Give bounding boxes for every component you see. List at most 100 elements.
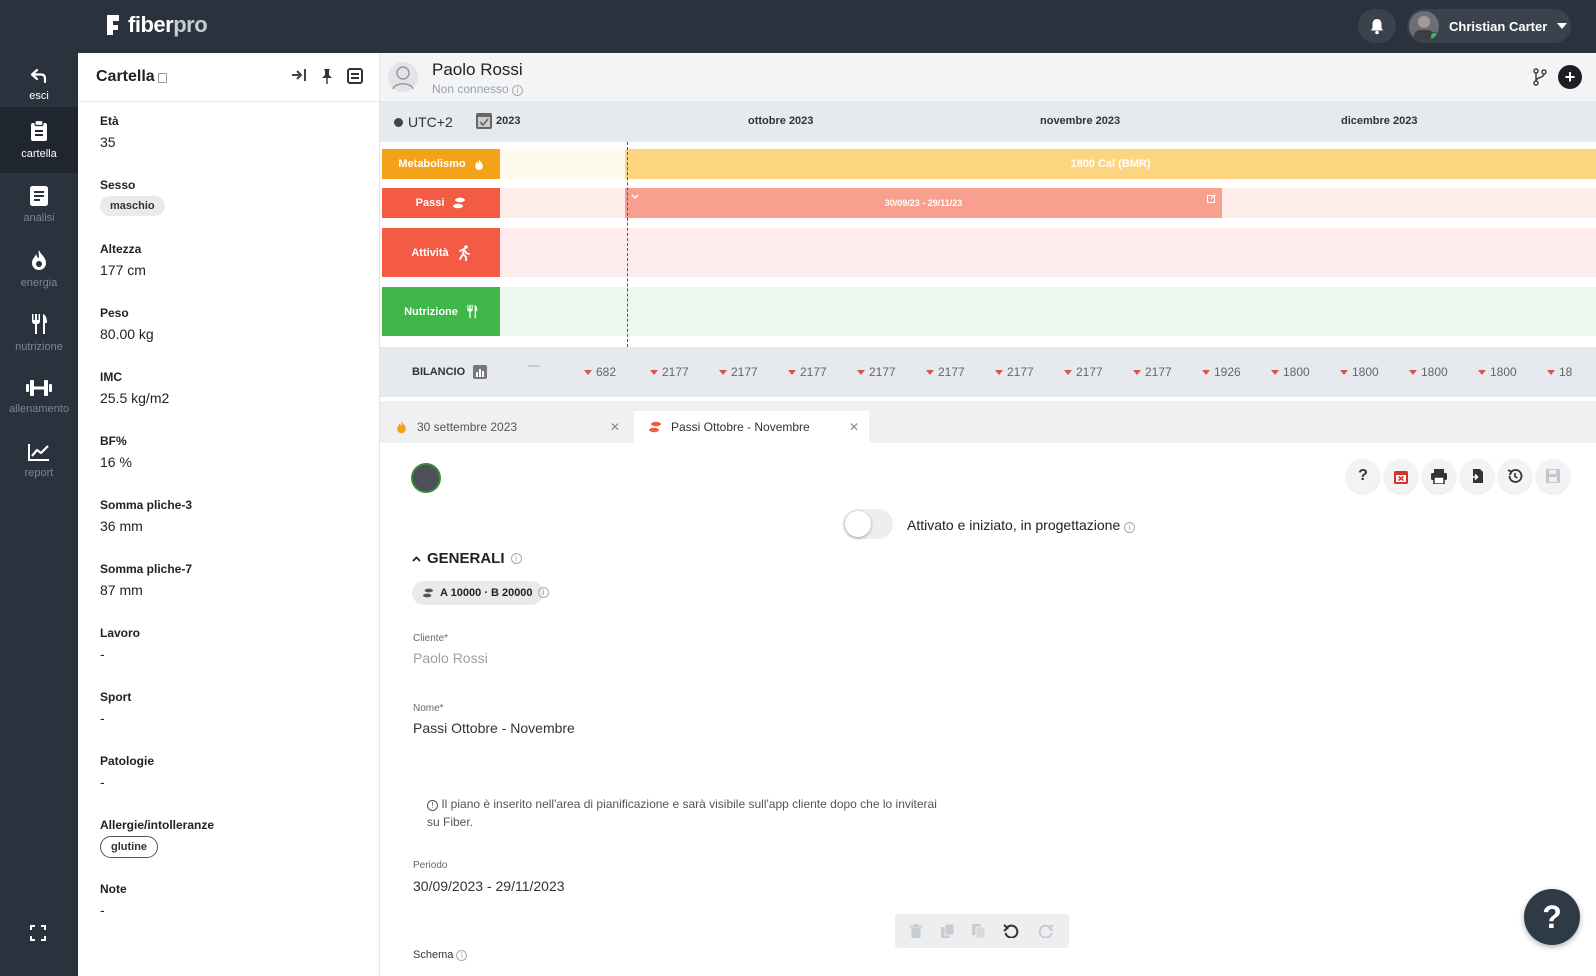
floppy-disk-icon [1546,469,1560,483]
info-icon[interactable]: i [510,553,522,564]
history-button[interactable] [1498,459,1532,493]
bilancio-value[interactable]: 1800 [1340,365,1379,379]
cliente-field[interactable]: Paolo Rossi [413,650,488,666]
print-button[interactable] [1422,459,1456,493]
tab-30-settembre[interactable]: 30 settembre 2023 ✕ [396,411,630,443]
bilancio-value[interactable]: 2177 [788,365,827,379]
periodo-field[interactable]: 30/09/2023 - 29/11/2023 [413,878,565,894]
note-icon [158,73,167,83]
passi-bar[interactable]: 30/09/23 - 29/11/23 [625,188,1222,218]
footsteps-icon [453,197,466,209]
left-navigation: esci cartella analisi energia nutrizione… [0,53,78,976]
pin-icon[interactable] [321,68,333,84]
online-indicator [1430,32,1439,41]
nav-label: report [24,467,54,479]
user-avatar [1409,11,1439,41]
bilancio-value[interactable]: 2177 [1064,365,1103,379]
delete-event-button[interactable] [1384,459,1418,493]
fullscreen-icon[interactable] [30,925,46,941]
nav-item-analisi[interactable]: analisi [0,173,78,237]
close-tab-icon[interactable]: ✕ [849,420,859,434]
bilancio-value[interactable]: 1800 [1478,365,1517,379]
undo-icon[interactable] [1003,924,1019,938]
redo-icon[interactable] [1038,924,1054,938]
steps-target: A 10000 · B 20000 [440,587,533,599]
collapse-panel-icon[interactable] [291,68,307,82]
section-generali[interactable]: GENERALI i [412,550,522,567]
bilancio-value[interactable]: 1800 [1271,365,1310,379]
field-label: Peso [100,306,129,320]
document-tabs: 30 settembre 2023 ✕ Passi Ottobre - Nove… [380,401,1596,443]
nav-label: energia [20,277,58,289]
settings-list-icon[interactable] [347,68,363,84]
row-label-attivita[interactable]: Attività [382,228,500,277]
bilancio-label[interactable]: BILANCIO [412,365,488,379]
sex-badge: maschio [100,196,165,216]
nav-label: analisi [23,212,55,224]
field-value: - [100,902,105,918]
info-icon[interactable]: i [1124,522,1136,533]
fiberpro-logo[interactable]: fiberpro [104,12,208,38]
info-icon[interactable]: i [456,950,468,961]
patient-name[interactable]: Paolo Rossi [432,60,523,80]
info-icon[interactable]: i [538,587,549,598]
export-button[interactable] [1460,459,1494,493]
nav-item-allenamento[interactable]: allenamento [0,365,78,429]
bilancio-value[interactable]: 2177 [857,365,896,379]
nav-item-report[interactable]: report [0,429,78,493]
down-triangle-icon [857,369,865,375]
tab-label: 30 settembre 2023 [417,420,518,434]
info-icon: ! [427,800,438,811]
row-label-passi[interactable]: Passi [382,188,500,218]
document-icon [30,186,48,206]
bell-icon [1371,18,1383,34]
user-name: Christian Carter [1449,18,1548,34]
bilancio-empty [528,365,540,367]
help-button[interactable]: ? [1346,459,1380,493]
bilancio-value[interactable]: 18 [1547,365,1572,379]
bilancio-value[interactable]: 2177 [1133,365,1172,379]
field-value: - [100,646,105,662]
bilancio-value[interactable]: 2177 [650,365,689,379]
timezone-selector[interactable]: UTC+2 [394,114,453,130]
field-peso: Peso 80.00 kg [100,306,154,342]
user-menu[interactable]: Christian Carter [1407,9,1571,43]
bilancio-value[interactable]: 2177 [719,365,758,379]
metabolismo-bar[interactable]: 1800 Cal (BMR) [625,149,1596,179]
add-button[interactable]: + [1558,65,1582,89]
info-icon[interactable]: i [512,85,524,96]
bilancio-value[interactable]: 1926 [1202,365,1241,379]
row-label-metabolismo[interactable]: Metabolismo [382,149,500,179]
tab-passi-ottobre-novembre[interactable]: Passi Ottobre - Novembre ✕ [634,411,869,443]
field-sesso: Sesso maschio [100,178,165,216]
notifications-button[interactable] [1358,9,1396,43]
status-toggle[interactable] [843,509,893,539]
save-button[interactable] [1536,459,1570,493]
row-label-nutrizione[interactable]: Nutrizione [382,287,500,336]
help-chat-button[interactable]: ? [1524,889,1580,945]
form-toolbar: ? [1346,459,1570,493]
edit-icon[interactable] [1207,194,1216,203]
bilancio-value[interactable]: 2177 [995,365,1034,379]
branch-icon[interactable] [1532,68,1548,86]
field-value: 80.00 kg [100,326,154,342]
nome-field[interactable]: Passi Ottobre - Novembre [413,720,575,736]
copy-icon[interactable] [940,924,954,938]
logo-text-accent: pro [173,12,208,37]
down-triangle-icon [788,369,796,375]
paste-icon[interactable] [971,924,985,938]
bilancio-value[interactable]: 1800 [1409,365,1448,379]
field-pliche-7: Somma pliche-7 87 mm [100,562,192,598]
nav-item-cartella[interactable]: cartella [0,107,78,173]
bilancio-value[interactable]: 2177 [926,365,965,379]
tab-label: Passi Ottobre - Novembre [671,420,810,434]
trash-icon[interactable] [910,924,923,938]
down-triangle-icon [1133,369,1141,375]
bilancio-value[interactable]: 682 [584,365,616,379]
nav-item-energia[interactable]: energia [0,237,78,301]
close-tab-icon[interactable]: ✕ [610,420,620,434]
nav-item-nutrizione[interactable]: nutrizione [0,301,78,365]
calendar-icon[interactable] [476,111,492,129]
logo-mark-icon [107,15,119,35]
field-patologie: Patologie - [100,754,154,790]
